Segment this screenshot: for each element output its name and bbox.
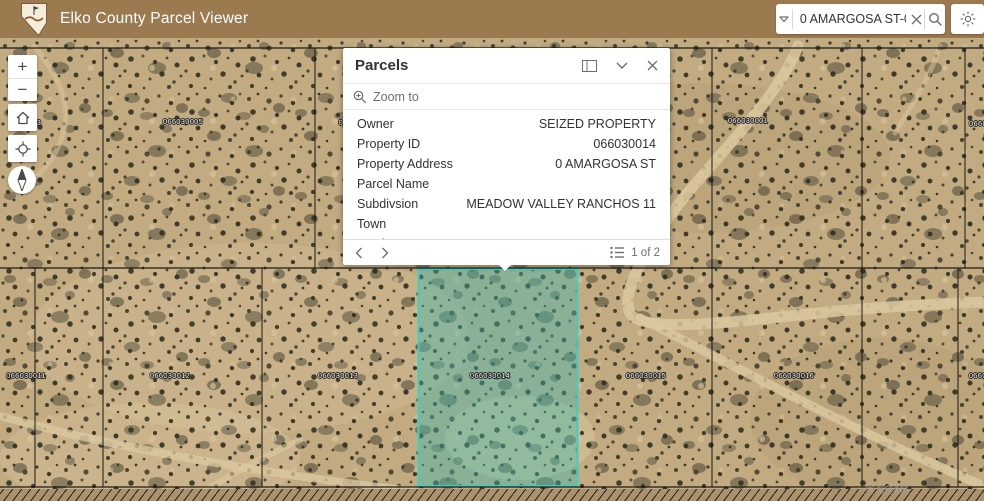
elko-county-logo	[21, 3, 47, 36]
field-row: Land Use120	[357, 234, 656, 239]
field-label: Parcel Name	[357, 177, 429, 191]
field-label: Town	[357, 217, 386, 231]
hatched-strip	[0, 489, 984, 501]
chevron-left-icon	[355, 247, 363, 259]
next-feature-button[interactable]	[379, 245, 391, 261]
popup-title: Parcels	[355, 57, 563, 74]
zoom-to-label: Zoom to	[373, 90, 419, 104]
parcel-number-label: 066030015	[626, 371, 666, 380]
field-value: MEADOW VALLEY RANCHOS 11	[418, 197, 656, 211]
parcel-number-label: 0660	[969, 119, 984, 128]
field-row: Parcel Name	[357, 174, 656, 194]
field-label: Subdivsion	[357, 197, 418, 211]
popup-fields: OwnerSEIZED PROPERTYProperty ID066030014…	[343, 110, 670, 239]
zoom-in-button[interactable]: +	[8, 55, 37, 79]
field-row: SubdivsionMEADOW VALLEY RANCHOS 11	[357, 194, 656, 214]
search-box[interactable]	[776, 4, 945, 34]
popup-pointer	[496, 262, 514, 271]
zoom-to-action[interactable]: Zoom to	[343, 84, 670, 109]
sun-icon	[960, 11, 976, 27]
search-input[interactable]	[800, 12, 906, 26]
feature-list-icon[interactable]	[610, 246, 625, 259]
chevron-right-icon	[381, 247, 389, 259]
search-submit-button[interactable]	[925, 4, 945, 34]
field-value: 120	[411, 237, 656, 239]
zoom-control[interactable]: + −	[8, 55, 37, 101]
zoom-out-button[interactable]: −	[8, 79, 37, 102]
field-row: OwnerSEIZED PROPERTY	[357, 114, 656, 134]
compass-needle-icon	[14, 169, 30, 191]
map-attribution: © EGAR	[866, 484, 908, 496]
close-popup-button[interactable]	[647, 60, 658, 71]
field-value: 0 AMARGOSA ST	[453, 157, 656, 171]
field-row: Property ID066030014	[357, 134, 656, 154]
magnifier-icon	[928, 12, 943, 27]
field-value: SEIZED PROPERTY	[394, 117, 656, 131]
field-label: Land Use	[357, 237, 411, 239]
basemap-brightness-button[interactable]	[951, 4, 984, 34]
field-label: Owner	[357, 117, 394, 131]
field-label: Property Address	[357, 157, 453, 171]
parcel-number-label: 066030014	[470, 371, 510, 380]
locate-icon	[15, 141, 31, 157]
parcel-number-label: 06603	[969, 371, 984, 380]
home-icon	[15, 111, 31, 125]
collapse-button[interactable]	[616, 62, 628, 69]
compass-button[interactable]	[8, 166, 36, 194]
chevron-down-icon	[779, 16, 789, 23]
close-icon	[647, 60, 658, 71]
previous-feature-button[interactable]	[353, 245, 365, 261]
parcel-number-label: 066030005	[163, 117, 203, 126]
field-value: 066030014	[420, 137, 656, 151]
field-label: Property ID	[357, 137, 420, 151]
search-source-dropdown[interactable]	[776, 4, 792, 34]
divider	[792, 9, 793, 29]
parcel-number-label: 066030012	[150, 371, 190, 380]
dock-button[interactable]	[582, 60, 597, 72]
app-header: Elko County Parcel Viewer	[0, 0, 984, 38]
pager-text: 1 of 2	[631, 247, 660, 259]
page-title: Elko County Parcel Viewer	[60, 10, 248, 28]
zoom-to-icon	[353, 90, 367, 104]
search-clear-button[interactable]	[908, 4, 924, 34]
parcel-number-label: 066030011	[6, 371, 46, 380]
parcel-number-label: 066030013	[318, 371, 358, 380]
home-button[interactable]	[8, 104, 37, 131]
popup-header: Parcels	[343, 48, 670, 83]
close-icon	[911, 14, 922, 25]
parcel-popup: Parcels Zoom to OwnerSEIZED PRO	[343, 48, 670, 265]
parcel-number-label: 066030001	[728, 116, 768, 125]
parcel-number-label: 066030016	[774, 371, 814, 380]
locate-button[interactable]	[8, 135, 37, 162]
dock-icon	[582, 60, 597, 72]
chevron-down-icon	[616, 62, 628, 69]
field-row: Town	[357, 214, 656, 234]
field-row: Property Address0 AMARGOSA ST	[357, 154, 656, 174]
